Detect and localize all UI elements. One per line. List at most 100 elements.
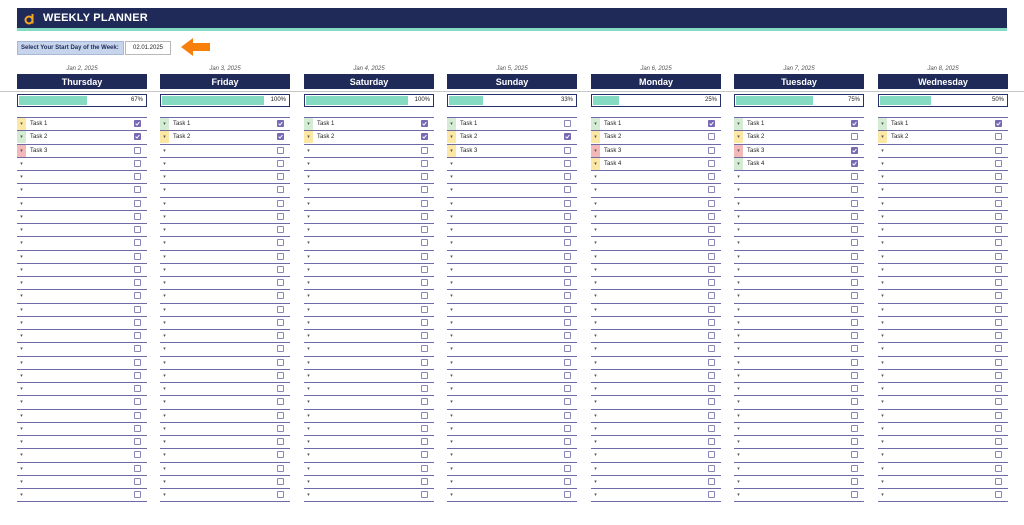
priority-dropdown[interactable]: ▾	[591, 357, 600, 369]
task-checkbox[interactable]	[708, 212, 715, 220]
task-checkbox[interactable]	[421, 411, 428, 419]
priority-dropdown[interactable]: ▾	[447, 224, 456, 236]
task-checkbox[interactable]	[708, 424, 715, 432]
priority-dropdown[interactable]: ▾	[878, 317, 887, 329]
priority-dropdown[interactable]: ▾	[447, 118, 456, 131]
priority-dropdown[interactable]: ▾	[304, 476, 313, 488]
task-checkbox[interactable]	[708, 199, 715, 207]
task-checkbox[interactable]	[851, 345, 858, 353]
priority-dropdown[interactable]: ▾	[878, 277, 887, 289]
priority-dropdown[interactable]: ▾	[160, 198, 169, 210]
task-checkbox[interactable]	[421, 464, 428, 472]
priority-dropdown[interactable]: ▾	[734, 370, 743, 382]
priority-dropdown[interactable]: ▾	[591, 489, 600, 501]
task-checkbox[interactable]	[134, 186, 141, 194]
task-checkbox[interactable]	[277, 451, 284, 459]
task-checkbox[interactable]	[277, 358, 284, 366]
task-checkbox[interactable]	[995, 226, 1002, 233]
priority-dropdown[interactable]: ▾	[878, 449, 887, 461]
priority-dropdown[interactable]: ▾	[160, 158, 169, 170]
priority-dropdown[interactable]: ▾	[591, 330, 600, 342]
priority-dropdown[interactable]: ▾	[17, 489, 26, 501]
priority-dropdown[interactable]: ▾	[304, 317, 313, 329]
task-checkbox[interactable]	[995, 358, 1002, 366]
task-checkbox[interactable]	[421, 252, 428, 260]
task-checkbox[interactable]	[134, 491, 141, 498]
task-checkbox[interactable]	[134, 385, 141, 392]
task-checkbox[interactable]	[421, 146, 428, 154]
task-label[interactable]: Task 1	[460, 121, 477, 127]
task-checkbox[interactable]	[134, 345, 141, 353]
priority-dropdown[interactable]: ▾	[878, 118, 887, 131]
priority-dropdown[interactable]: ▾	[17, 144, 26, 157]
task-label[interactable]: Task 2	[317, 134, 334, 140]
task-checkbox[interactable]	[851, 411, 858, 419]
task-checkbox[interactable]	[708, 120, 715, 127]
task-checkbox[interactable]	[995, 159, 1002, 167]
task-checkbox[interactable]	[708, 451, 715, 459]
priority-dropdown[interactable]: ▾	[447, 449, 456, 461]
task-checkbox[interactable]	[851, 358, 858, 366]
task-checkbox[interactable]	[134, 199, 141, 207]
task-checkbox[interactable]	[421, 265, 428, 273]
priority-dropdown[interactable]: ▾	[160, 317, 169, 329]
task-checkbox[interactable]	[851, 332, 858, 339]
priority-dropdown[interactable]: ▾	[591, 410, 600, 422]
task-checkbox[interactable]	[564, 332, 571, 339]
priority-dropdown[interactable]: ▾	[878, 357, 887, 369]
priority-dropdown[interactable]: ▾	[17, 198, 26, 210]
priority-dropdown[interactable]: ▾	[17, 436, 26, 448]
priority-dropdown[interactable]: ▾	[734, 330, 743, 342]
priority-dropdown[interactable]: ▾	[878, 410, 887, 422]
priority-dropdown[interactable]: ▾	[17, 476, 26, 488]
task-checkbox[interactable]	[851, 438, 858, 445]
priority-dropdown[interactable]: ▾	[17, 423, 26, 435]
task-checkbox[interactable]	[277, 398, 284, 406]
priority-dropdown[interactable]: ▾	[17, 184, 26, 196]
priority-dropdown[interactable]: ▾	[591, 224, 600, 236]
priority-dropdown[interactable]: ▾	[447, 304, 456, 316]
priority-dropdown[interactable]: ▾	[17, 118, 26, 131]
task-checkbox[interactable]	[708, 252, 715, 260]
task-checkbox[interactable]	[851, 226, 858, 233]
priority-dropdown[interactable]: ▾	[591, 237, 600, 249]
task-checkbox[interactable]	[708, 477, 715, 485]
priority-dropdown[interactable]: ▾	[304, 436, 313, 448]
priority-dropdown[interactable]: ▾	[160, 251, 169, 263]
task-checkbox[interactable]	[851, 279, 858, 286]
task-checkbox[interactable]	[851, 212, 858, 220]
priority-dropdown[interactable]: ▾	[17, 357, 26, 369]
priority-dropdown[interactable]: ▾	[734, 224, 743, 236]
priority-dropdown[interactable]: ▾	[878, 158, 887, 170]
task-checkbox[interactable]	[851, 239, 858, 247]
task-checkbox[interactable]	[277, 345, 284, 353]
task-checkbox[interactable]	[277, 252, 284, 260]
task-checkbox[interactable]	[995, 199, 1002, 207]
task-checkbox[interactable]	[421, 398, 428, 406]
task-checkbox[interactable]	[421, 279, 428, 286]
task-checkbox[interactable]	[851, 159, 858, 167]
task-checkbox[interactable]	[564, 292, 571, 300]
task-checkbox[interactable]	[995, 371, 1002, 379]
task-checkbox[interactable]	[421, 451, 428, 459]
task-checkbox[interactable]	[995, 451, 1002, 459]
task-checkbox[interactable]	[995, 491, 1002, 498]
task-checkbox[interactable]	[421, 358, 428, 366]
task-checkbox[interactable]	[708, 371, 715, 379]
priority-dropdown[interactable]: ▾	[304, 304, 313, 316]
task-checkbox[interactable]	[995, 464, 1002, 472]
task-checkbox[interactable]	[851, 318, 858, 326]
priority-dropdown[interactable]: ▾	[734, 251, 743, 263]
priority-dropdown[interactable]: ▾	[591, 396, 600, 408]
task-checkbox[interactable]	[708, 332, 715, 339]
priority-dropdown[interactable]: ▾	[447, 357, 456, 369]
task-checkbox[interactable]	[995, 265, 1002, 273]
task-checkbox[interactable]	[277, 186, 284, 194]
priority-dropdown[interactable]: ▾	[160, 237, 169, 249]
task-checkbox[interactable]	[995, 398, 1002, 406]
priority-dropdown[interactable]: ▾	[160, 463, 169, 475]
priority-dropdown[interactable]: ▾	[591, 277, 600, 289]
priority-dropdown[interactable]: ▾	[17, 304, 26, 316]
priority-dropdown[interactable]: ▾	[17, 290, 26, 302]
task-checkbox[interactable]	[564, 385, 571, 392]
